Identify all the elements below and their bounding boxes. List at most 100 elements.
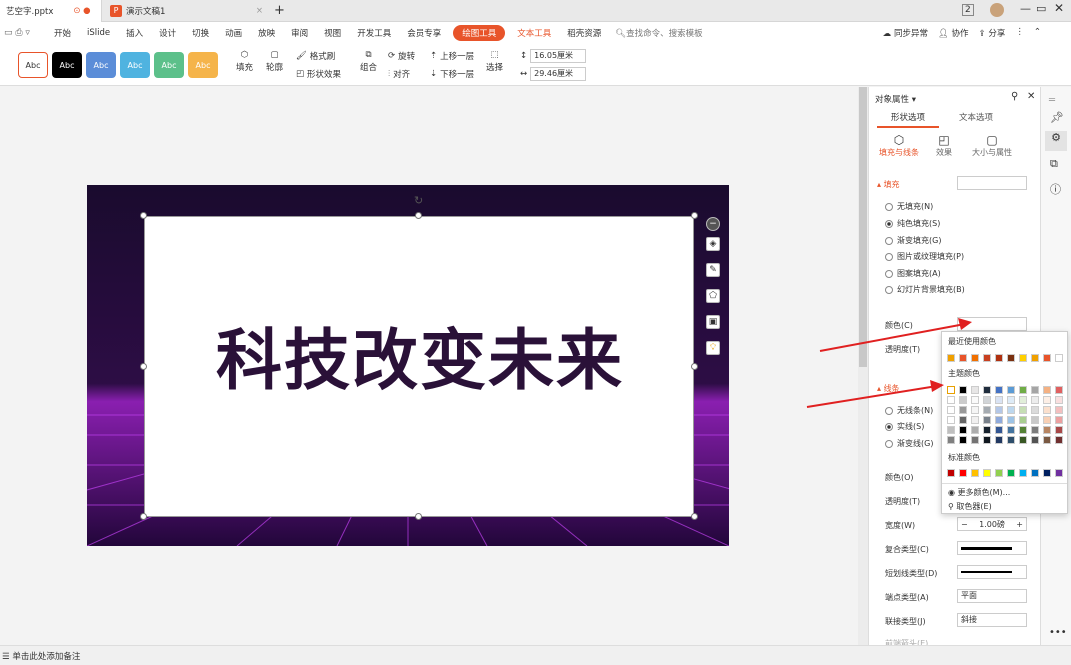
- theme-color-swatch[interactable]: [947, 426, 955, 434]
- shape-style-black[interactable]: Abc: [52, 52, 82, 78]
- tab-slideshow[interactable]: 放映: [250, 27, 283, 39]
- standard-color-swatch[interactable]: [1019, 469, 1027, 477]
- fill-option-background[interactable]: 幻灯片背景填充(B): [885, 284, 965, 295]
- theme-color-swatch[interactable]: [1055, 406, 1063, 414]
- tab-text-options[interactable]: 文本选项: [945, 111, 1007, 123]
- height-input[interactable]: 16.05厘米: [530, 49, 587, 63]
- recent-color-swatch[interactable]: [1007, 354, 1015, 362]
- theme-color-swatch[interactable]: [1043, 426, 1051, 434]
- theme-color-swatch[interactable]: [1055, 436, 1063, 444]
- pen-icon[interactable]: ✎: [706, 263, 720, 277]
- fill-type-select[interactable]: [957, 176, 1027, 190]
- group-button[interactable]: ⧉ 组合: [360, 50, 377, 73]
- more-icon[interactable]: ⋮: [1015, 27, 1024, 39]
- add-notes-button[interactable]: ☰ 单击此处添加备注: [2, 650, 80, 662]
- tab-animation[interactable]: 动画: [217, 27, 250, 39]
- decrease-icon[interactable]: −: [961, 520, 968, 529]
- theme-color-swatch[interactable]: [971, 436, 979, 444]
- tab-docer[interactable]: 稻壳资源: [559, 27, 609, 39]
- shape-style-outline[interactable]: Abc: [18, 52, 48, 78]
- standard-color-swatch[interactable]: [1043, 469, 1051, 477]
- subtab-effect[interactable]: ◰ 效果: [929, 133, 959, 158]
- shape-effect-button[interactable]: ◰ 形状效果: [296, 68, 341, 80]
- theme-color-swatch[interactable]: [959, 436, 967, 444]
- resize-handle-l[interactable]: [140, 363, 147, 370]
- theme-color-swatch[interactable]: [1043, 386, 1051, 394]
- theme-color-swatch[interactable]: [983, 436, 991, 444]
- help-icon[interactable]: ⓘ: [1050, 181, 1061, 197]
- theme-color-swatch[interactable]: [995, 426, 1003, 434]
- theme-color-swatch[interactable]: [1019, 416, 1027, 424]
- theme-color-swatch[interactable]: [1031, 416, 1039, 424]
- tip-icon[interactable]: 💡︎: [706, 341, 720, 355]
- minimize-icon[interactable]: —: [1020, 2, 1031, 15]
- line-option-solid[interactable]: 实线(S): [885, 421, 924, 432]
- theme-color-swatch[interactable]: [983, 386, 991, 394]
- theme-color-swatch[interactable]: [1019, 396, 1027, 404]
- theme-color-swatch[interactable]: [1043, 396, 1051, 404]
- resize-handle-tr[interactable]: [691, 212, 698, 219]
- more-dots-icon[interactable]: •••: [1049, 627, 1067, 638]
- fill-option-pattern[interactable]: 图案填充(A): [885, 268, 941, 279]
- theme-color-swatch[interactable]: [1043, 416, 1051, 424]
- rotate-button[interactable]: ⟳ 旋转: [388, 50, 415, 62]
- fill-section-header[interactable]: ▴ 填充: [877, 179, 900, 190]
- theme-color-swatch[interactable]: [1019, 426, 1027, 434]
- increase-icon[interactable]: +: [1016, 520, 1023, 529]
- theme-color-swatch[interactable]: [995, 436, 1003, 444]
- recent-color-swatch[interactable]: [1055, 354, 1063, 362]
- theme-color-swatch[interactable]: [1031, 436, 1039, 444]
- new-tab-icon[interactable]: +: [274, 3, 285, 18]
- slide-title[interactable]: 科技改变未来: [145, 307, 695, 403]
- theme-color-swatch[interactable]: [1031, 406, 1039, 414]
- tab-transition[interactable]: 切换: [184, 27, 217, 39]
- compound-type-select[interactable]: [957, 541, 1027, 555]
- outline-button[interactable]: ▢ 轮廓: [266, 50, 283, 73]
- theme-color-swatch[interactable]: [1031, 426, 1039, 434]
- restore-icon[interactable]: ▭: [1036, 2, 1046, 15]
- theme-color-swatch[interactable]: [1031, 396, 1039, 404]
- line-width-stepper[interactable]: − 1.00磅 +: [957, 517, 1027, 531]
- shape-style-lightblue[interactable]: Abc: [120, 52, 150, 78]
- join-type-select[interactable]: 斜接: [957, 613, 1027, 627]
- search-box[interactable]: 🔍︎查找命令、搜索模板: [615, 27, 702, 39]
- theme-color-swatch[interactable]: [1007, 426, 1015, 434]
- theme-color-swatch[interactable]: [1019, 436, 1027, 444]
- tab-developer[interactable]: 开发工具: [349, 27, 399, 39]
- theme-color-swatch[interactable]: [971, 426, 979, 434]
- collapse-tools-icon[interactable]: −: [706, 217, 720, 231]
- tab-home[interactable]: 开始: [46, 27, 79, 39]
- standard-color-swatch[interactable]: [1031, 469, 1039, 477]
- copy-icon[interactable]: ⧉: [1050, 157, 1058, 171]
- theme-color-swatch[interactable]: [1019, 386, 1027, 394]
- panel-close-icon[interactable]: ✕: [1027, 91, 1035, 102]
- standard-color-swatch[interactable]: [1007, 469, 1015, 477]
- theme-color-swatch[interactable]: [983, 416, 991, 424]
- sync-button[interactable]: ☁ 同步异常: [883, 27, 928, 39]
- fill-button[interactable]: ⬡ 填充: [236, 50, 253, 73]
- tab-text-tools[interactable]: 文本工具: [509, 27, 559, 39]
- subtab-size[interactable]: ▢ 大小与属性: [967, 133, 1017, 158]
- shape-style-green[interactable]: Abc: [154, 52, 184, 78]
- selected-textbox[interactable]: 科技改变未来: [144, 216, 694, 517]
- line-option-gradient[interactable]: 渐变线(G): [885, 438, 933, 449]
- tab-insert[interactable]: 插入: [118, 27, 151, 39]
- tab-design[interactable]: 设计: [151, 27, 184, 39]
- theme-color-swatch[interactable]: [1007, 406, 1015, 414]
- align-button[interactable]: ⫶ 对齐: [388, 68, 410, 80]
- theme-color-swatch[interactable]: [1007, 396, 1015, 404]
- theme-color-swatch[interactable]: [1055, 416, 1063, 424]
- quick-access-icons[interactable]: ▭ ⎙ ▿: [0, 28, 34, 38]
- fill-option-solid[interactable]: 纯色填充(S): [885, 218, 940, 229]
- theme-color-swatch[interactable]: [995, 386, 1003, 394]
- resize-handle-b[interactable]: [415, 513, 422, 520]
- theme-color-swatch[interactable]: [947, 436, 955, 444]
- up-layer-button[interactable]: ⇡ 上移一层: [430, 50, 474, 62]
- fill-option-none[interactable]: 无填充(N): [885, 201, 933, 212]
- collab-button[interactable]: 👤︎ 协作: [938, 27, 969, 39]
- width-input[interactable]: 29.46厘米: [530, 67, 587, 81]
- format-brush-button[interactable]: 🖌︎ 格式刷: [296, 50, 335, 62]
- theme-color-swatch[interactable]: [1019, 406, 1027, 414]
- shape-fill-icon[interactable]: ⬠: [706, 289, 720, 303]
- theme-color-swatch[interactable]: [983, 406, 991, 414]
